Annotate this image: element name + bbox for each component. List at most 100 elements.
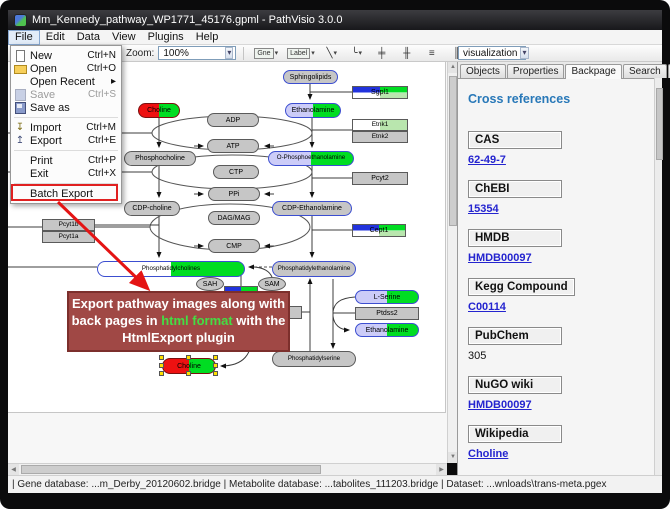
chevron-down-icon[interactable]: ▾: [225, 47, 233, 59]
menubar-item-plugins[interactable]: Plugins: [142, 30, 190, 45]
node-cdp-ethanolamine[interactable]: CDP-Ethanolamine: [272, 201, 352, 216]
node-ctp[interactable]: CTP: [213, 165, 259, 179]
menu-item-new[interactable]: NewCtrl+N: [11, 49, 121, 62]
chevron-down-icon[interactable]: ▾: [334, 49, 338, 57]
node-cept1[interactable]: Cept1: [352, 224, 406, 237]
xref-section-cas: CAS62-49-7: [468, 130, 654, 166]
node-sgpl1[interactable]: Sgpl1: [352, 86, 408, 99]
menu-item-open-recent[interactable]: Open Recent▸: [11, 75, 121, 88]
node-atp[interactable]: ATP: [207, 139, 259, 153]
connector-tool-button[interactable]: ╰▾: [346, 45, 368, 62]
xref-header: NuGO wiki: [468, 376, 562, 394]
selection-handle[interactable]: [186, 371, 191, 376]
new-datanode-button[interactable]: Gne▾: [251, 45, 281, 62]
node-phosphatidylethanolamine[interactable]: Phosphatidylethanolamine: [272, 261, 356, 277]
menubar-item-help[interactable]: Help: [190, 30, 225, 45]
node-phosphocholine[interactable]: Phosphocholine: [124, 151, 196, 166]
xref-section-nugo-wiki: NuGO wiki HMDB00097: [468, 375, 654, 411]
tab-properties[interactable]: Properties: [507, 64, 565, 78]
node-dag-mag[interactable]: DAG/MAG: [208, 211, 260, 225]
selection-handle[interactable]: [159, 371, 164, 376]
node-ethanolamine[interactable]: Ethanolamine: [285, 103, 341, 118]
node-phosphatidylserine[interactable]: Phosphatidylserine: [272, 351, 356, 367]
node-l-serine[interactable]: L-Serine: [355, 290, 419, 304]
xref-section-chebi: ChEBI 15354: [468, 179, 654, 215]
scrollbar-thumb[interactable]: [656, 88, 663, 160]
visualization-select[interactable]: visualization ▾: [458, 46, 526, 60]
xref-link[interactable]: HMDB00097: [468, 399, 532, 411]
scrollbar-thumb[interactable]: [21, 465, 321, 474]
scrollbar-thumb[interactable]: [449, 76, 457, 226]
node-label: O-Phosphoethanolamine: [277, 155, 345, 161]
node-o-phosphoethanolamine[interactable]: O-Phosphoethanolamine: [268, 151, 354, 166]
line-tool-button[interactable]: ╲▾: [321, 45, 343, 62]
title-bar[interactable]: Mm_Kennedy_pathway_WP1771_45176.gpml - P…: [8, 10, 662, 30]
node-sah[interactable]: SAH: [196, 277, 224, 291]
node-cdp-choline[interactable]: CDP-choline: [124, 201, 180, 216]
menu-item-open[interactable]: OpenCtrl+O: [11, 62, 121, 75]
node-label: Pcyt2: [371, 175, 389, 182]
zoom-select[interactable]: 100% ▾: [158, 46, 236, 60]
selection-handle[interactable]: [213, 363, 218, 368]
line-tool-icon: ╲: [326, 47, 332, 60]
node-etnk1[interactable]: Etnk1: [352, 119, 408, 131]
menu-item-label: Open: [30, 63, 84, 75]
menu-item-export[interactable]: ExportCtrl+E: [11, 134, 121, 147]
canvas-vertical-scrollbar[interactable]: ▲ ▼: [447, 62, 457, 463]
xref-value: 305: [468, 350, 654, 362]
node-label: Etnk2: [372, 134, 389, 141]
node-pcyt1a[interactable]: Pcyt1a: [42, 231, 95, 243]
tab-search[interactable]: Search: [623, 64, 667, 78]
selection-handle[interactable]: [213, 355, 218, 360]
align-horizontal-center-button[interactable]: ╪: [371, 45, 393, 62]
node-etnk2[interactable]: Etnk2: [352, 131, 408, 143]
menubar-item-file[interactable]: File: [8, 30, 40, 45]
xref-value: HMDB00097: [468, 399, 654, 411]
node-label: CTP: [229, 169, 243, 176]
menubar-item-data[interactable]: Data: [71, 30, 106, 45]
common-height-button[interactable]: ≡: [421, 45, 443, 62]
selection-handle[interactable]: [159, 355, 164, 360]
menubar-item-view[interactable]: View: [106, 30, 142, 45]
node-label: Ptdss2: [376, 310, 397, 317]
node-cmp[interactable]: CMP: [208, 239, 260, 253]
selection-handle[interactable]: [213, 371, 218, 376]
xref-link[interactable]: 15354: [468, 203, 499, 215]
menu-item-exit[interactable]: ExitCtrl+X: [11, 167, 121, 180]
menu-item-save-as[interactable]: Save as: [11, 101, 121, 114]
node-sphingolipids[interactable]: Sphingolipids: [283, 70, 338, 84]
node-pcyt1b[interactable]: Pcyt1b: [42, 219, 95, 231]
xref-header: ChEBI: [468, 180, 562, 198]
xref-link[interactable]: HMDB00097: [468, 252, 532, 264]
tab-objects[interactable]: Objects: [460, 64, 506, 78]
selection-handle[interactable]: [159, 363, 164, 368]
node-choline[interactable]: Choline: [138, 103, 180, 118]
node-ethanolamine[interactable]: Ethanolamine: [355, 323, 419, 337]
chevron-down-icon[interactable]: ▾: [275, 49, 279, 57]
chevron-down-icon[interactable]: ▾: [359, 49, 363, 57]
node-sam[interactable]: SAM: [258, 277, 286, 291]
menubar-item-edit[interactable]: Edit: [40, 30, 71, 45]
cross-references-list: CAS62-49-7ChEBI15354HMDBHMDB00097Kegg Co…: [468, 130, 654, 460]
menu-item-print[interactable]: PrintCtrl+P: [11, 154, 121, 167]
node-label: CDP-Ethanolamine: [282, 205, 342, 212]
align-vertical-center-icon: ╫: [403, 47, 410, 60]
node-pcyt2[interactable]: Pcyt2: [352, 172, 408, 185]
xref-link[interactable]: C00114: [468, 301, 506, 313]
xref-link[interactable]: 62-49-7: [468, 154, 506, 166]
menu-item-import[interactable]: ImportCtrl+M: [11, 121, 121, 134]
xref-link[interactable]: Choline: [468, 448, 508, 460]
node-ppi[interactable]: PPi: [208, 187, 260, 201]
chevron-down-icon[interactable]: ▾: [311, 49, 315, 57]
node-phosphatidylcholines[interactable]: Phosphatidylcholines: [97, 261, 245, 277]
node-ptdss2[interactable]: Ptdss2: [355, 307, 419, 320]
selection-handle[interactable]: [186, 355, 191, 360]
label-tool-button[interactable]: Label▾: [284, 45, 318, 62]
node-adp[interactable]: ADP: [207, 113, 259, 127]
canvas-horizontal-scrollbar[interactable]: ◀ ▶: [8, 463, 447, 475]
sidebar-scrollbar[interactable]: [654, 78, 662, 475]
tab-backpage[interactable]: Backpage: [565, 64, 621, 79]
align-vertical-center-button[interactable]: ╫: [396, 45, 418, 62]
chevron-down-icon[interactable]: ▾: [520, 47, 528, 59]
menu-bar: FileEditDataViewPluginsHelp: [8, 30, 662, 45]
